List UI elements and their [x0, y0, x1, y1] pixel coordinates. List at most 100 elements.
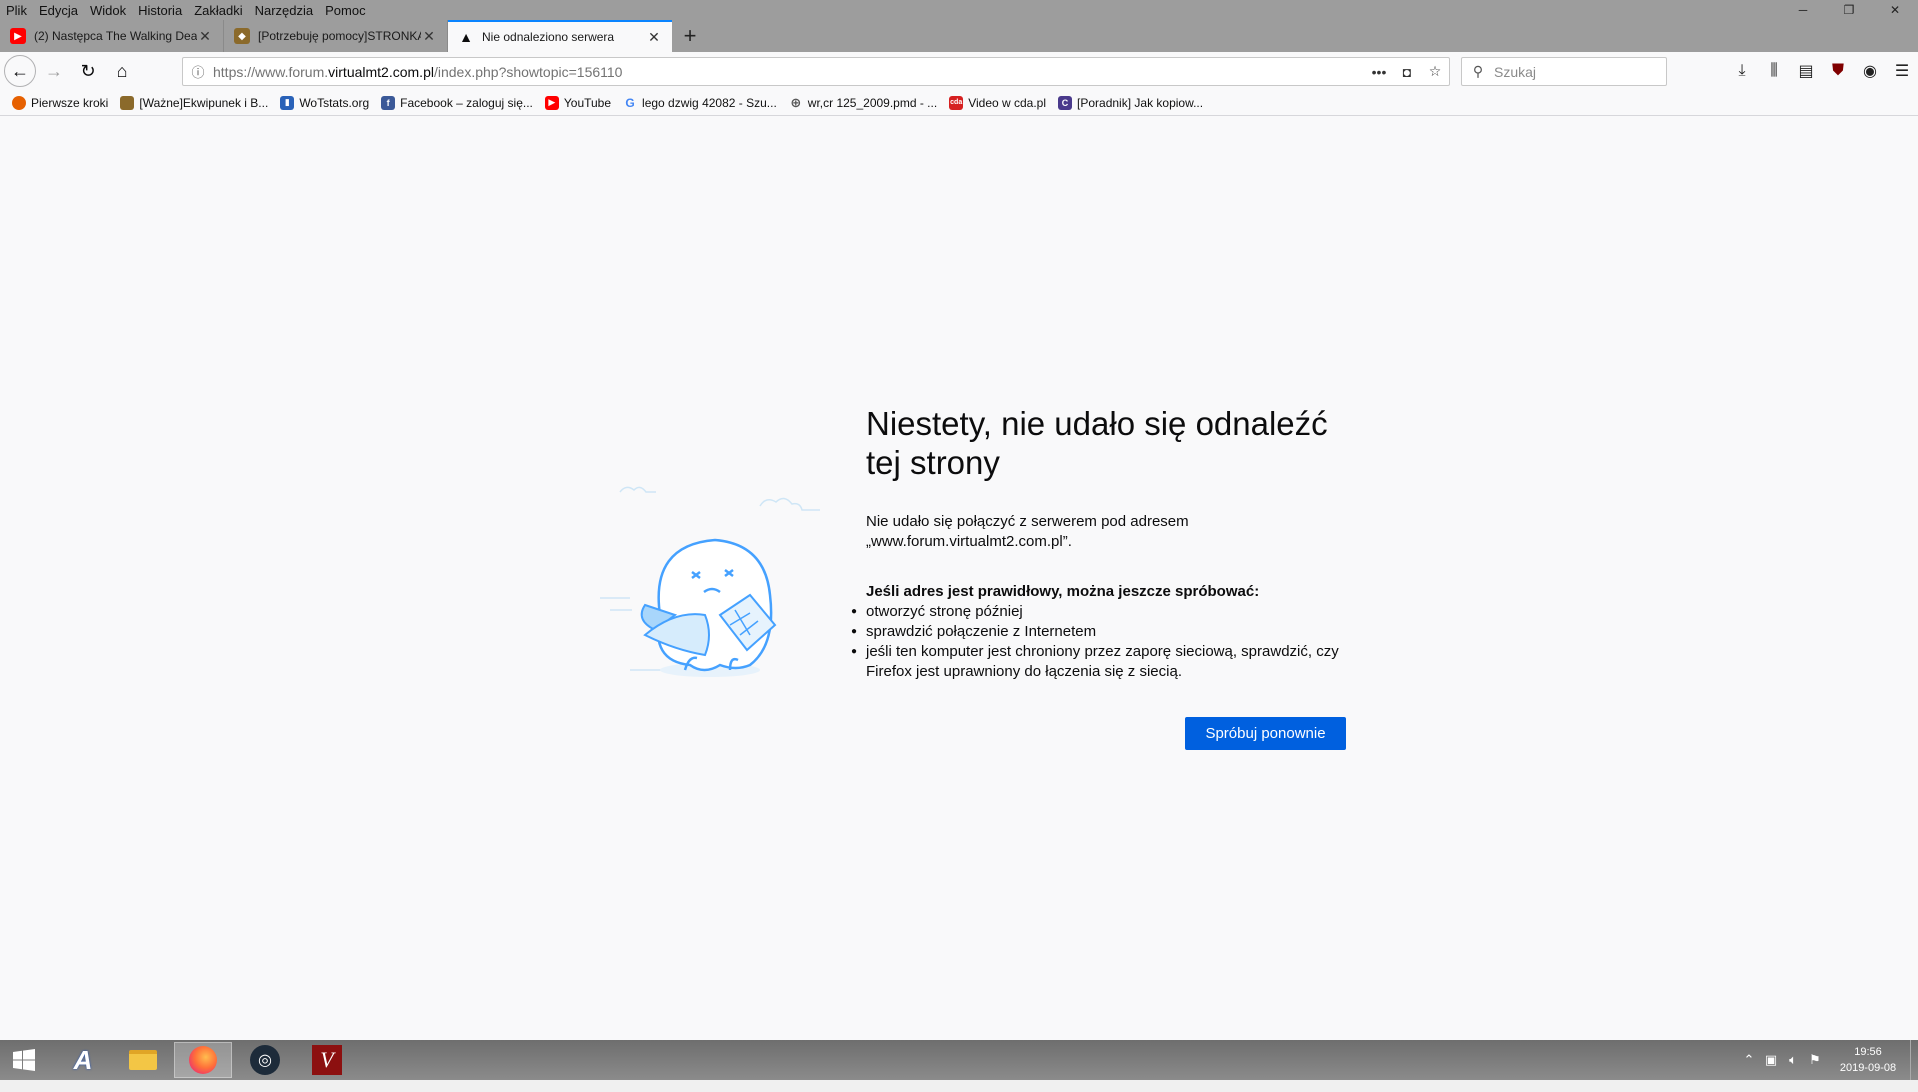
home-button[interactable]: ⌂: [106, 55, 138, 87]
facebook-icon: f: [381, 95, 396, 110]
menu-tools[interactable]: Narzędzia: [255, 3, 314, 18]
url-bar[interactable]: ⓘ https://www.forum.virtualmt2.com.pl/in…: [182, 57, 1450, 86]
arrow-right-icon: →: [45, 60, 63, 81]
account-icon: ◉: [1863, 63, 1877, 80]
taskbar-firefox[interactable]: [174, 1042, 232, 1078]
star-icon[interactable]: ☆: [1421, 63, 1449, 80]
hamburger-icon: ☰: [1894, 63, 1910, 80]
bookmark-label: Facebook – zaloguj się...: [400, 95, 533, 110]
menu-view[interactable]: Widok: [90, 3, 126, 18]
tab-walking-dead[interactable]: ▶ (2) Następca The Walking Dead ✕: [0, 20, 224, 52]
game-icon: [120, 95, 135, 110]
network-icon[interactable]: ▣: [1760, 1052, 1782, 1068]
bookmark-item[interactable]: Glego dzwig 42082 - Szu...: [623, 96, 776, 110]
error-hint: Jeśli adres jest prawidłowy, można jeszc…: [866, 583, 1260, 600]
screen: Plik Edycja Widok Historia Zakładki Narz…: [0, 0, 1918, 1092]
info-icon[interactable]: ⓘ: [183, 62, 213, 81]
menu-edit[interactable]: Edycja: [39, 3, 78, 18]
tab-stronka[interactable]: ◆ [Potrzebuję pomocy]STRONKA ✕: [224, 20, 448, 52]
bookmark-item[interactable]: C [Poradnik] Jak kopiow...: [1058, 95, 1203, 110]
bookmark-item[interactable]: ▮ WoTstats.org: [280, 95, 370, 110]
error-description-line: Nie udało się połączyć z serwerem pod ad…: [866, 513, 1189, 530]
plus-icon: +: [683, 23, 697, 48]
tab-server-not-found[interactable]: ▲ Nie odnaleziono serwera ✕: [448, 20, 672, 52]
volume-icon[interactable]: 🔈︎: [1782, 1052, 1804, 1068]
folder-icon: [129, 1050, 157, 1070]
url-host: virtualmt2.com.pl: [328, 63, 434, 80]
pocket-icon[interactable]: ◘: [1393, 64, 1421, 80]
new-tab-button[interactable]: +: [672, 20, 708, 52]
tab-close-button[interactable]: ✕: [646, 29, 662, 46]
browser-titlebar: Plik Edycja Widok Historia Zakładki Narz…: [0, 0, 1918, 52]
search-input[interactable]: Szukaj: [1494, 64, 1536, 80]
bookmark-label: [Ważne]Ekwipunek i B...: [139, 95, 269, 110]
library-button[interactable]: ⫼: [1758, 55, 1790, 87]
menu-button[interactable]: ☰: [1886, 55, 1918, 87]
downloads-button[interactable]: ⤓: [1726, 55, 1758, 87]
more-actions-icon[interactable]: •••: [1365, 64, 1393, 80]
chevron-up-icon[interactable]: ⌃: [1738, 1052, 1760, 1068]
minimize-button[interactable]: ─: [1780, 0, 1826, 20]
url-actions: ••• ◘ ☆: [1365, 63, 1449, 80]
try-again-button[interactable]: Spróbuj ponownie: [1185, 717, 1346, 750]
taskbar-explorer[interactable]: [114, 1042, 172, 1078]
bookmark-label: YouTube: [563, 95, 612, 110]
forward-button[interactable]: →: [38, 55, 70, 87]
tab-title: [Potrzebuję pomocy]STRONKA: [258, 29, 421, 43]
bookmark-label: Video w cda.pl: [968, 95, 1047, 110]
flag-icon[interactable]: ⚑: [1804, 1052, 1826, 1068]
bookmark-label: WoTstats.org: [299, 95, 370, 110]
shield-icon: ⛊: [1831, 62, 1844, 79]
bookmark-item[interactable]: [Ważne]Ekwipunek i B...: [120, 95, 269, 110]
taskbar-virtualmt2[interactable]: V: [298, 1042, 356, 1078]
taskbar-teamspeak[interactable]: ◎: [236, 1042, 294, 1078]
suggestion-item: jeśli ten komputer jest chroniony przez …: [851, 642, 1346, 682]
close-window-button[interactable]: ✕: [1872, 0, 1918, 20]
show-desktop-button[interactable]: [1910, 1040, 1918, 1080]
start-button[interactable]: [0, 1042, 48, 1078]
bookmark-item[interactable]: ▶ YouTube: [544, 95, 612, 110]
clock-time: 19:56: [1854, 1046, 1882, 1058]
bookmark-item[interactable]: Pierwsze kroki: [12, 95, 108, 110]
menu-bar: Plik Edycja Widok Historia Zakładki Narz…: [0, 0, 378, 20]
error-description: Nie udało się połączyć z serwerem pod ad…: [866, 512, 1346, 552]
youtube-icon: ▶: [544, 95, 559, 110]
toolbar-right: ⤓ ⫼ ▤ ⛊ ◉ ☰: [1726, 55, 1918, 87]
tab-close-button[interactable]: ✕: [197, 28, 213, 45]
back-button[interactable]: ←: [4, 55, 36, 87]
error-description-host: „www.forum.virtualmt2.com.pl”.: [866, 533, 1072, 550]
game-icon: ◆: [234, 28, 250, 44]
bookmark-item[interactable]: ⊕ wr,cr 125_2009.pmd - ...: [789, 94, 937, 110]
window-controls: ─ ❐ ✕: [1780, 0, 1918, 20]
app-a-icon: A: [73, 1044, 93, 1075]
account-button[interactable]: ◉: [1854, 55, 1886, 87]
menu-file[interactable]: Plik: [6, 3, 27, 18]
restore-button[interactable]: ❐: [1826, 0, 1872, 20]
clock[interactable]: 19:56 2019-09-08: [1826, 1044, 1910, 1076]
restore-icon: ❐: [1843, 3, 1855, 17]
search-bar[interactable]: ⚲ Szukaj: [1461, 57, 1667, 86]
suggestion-list: otworzyć stronę później sprawdzić połącz…: [851, 602, 1346, 682]
system-tray: ⌃ ▣ 🔈︎ ⚑ 19:56 2019-09-08: [1738, 1040, 1918, 1080]
url-text[interactable]: https://www.forum.virtualmt2.com.pl/inde…: [213, 64, 1365, 80]
windows-icon: [13, 1049, 35, 1071]
bookmark-item[interactable]: f Facebook – zaloguj się...: [381, 95, 533, 110]
tab-strip: ▶ (2) Następca The Walking Dead ✕ ◆ [Pot…: [0, 20, 1918, 52]
menu-help[interactable]: Pomoc: [325, 3, 365, 18]
menu-history[interactable]: Historia: [138, 3, 182, 18]
headset-icon: ◎: [250, 1045, 280, 1075]
suggestion-item: sprawdzić połączenie z Internetem: [851, 622, 1346, 642]
reload-button[interactable]: ↻: [72, 55, 104, 87]
arrow-left-icon: ←: [11, 60, 29, 81]
taskbar-app-a[interactable]: A: [54, 1042, 112, 1078]
search-icon: ⚲: [1472, 63, 1484, 79]
globe-icon: ⊕: [790, 94, 802, 110]
url-path: /index.php?showtopic=156110: [433, 63, 623, 80]
bookmark-item[interactable]: cda Video w cda.pl: [949, 95, 1047, 110]
ublock-button[interactable]: ⛊: [1822, 55, 1854, 87]
sidebar-button[interactable]: ▤: [1790, 55, 1822, 87]
menu-bookmarks[interactable]: Zakładki: [194, 3, 242, 18]
download-icon: ⤓: [1738, 62, 1746, 79]
suggestion-item: otworzyć stronę później: [851, 602, 1346, 622]
tab-close-button[interactable]: ✕: [421, 28, 437, 45]
